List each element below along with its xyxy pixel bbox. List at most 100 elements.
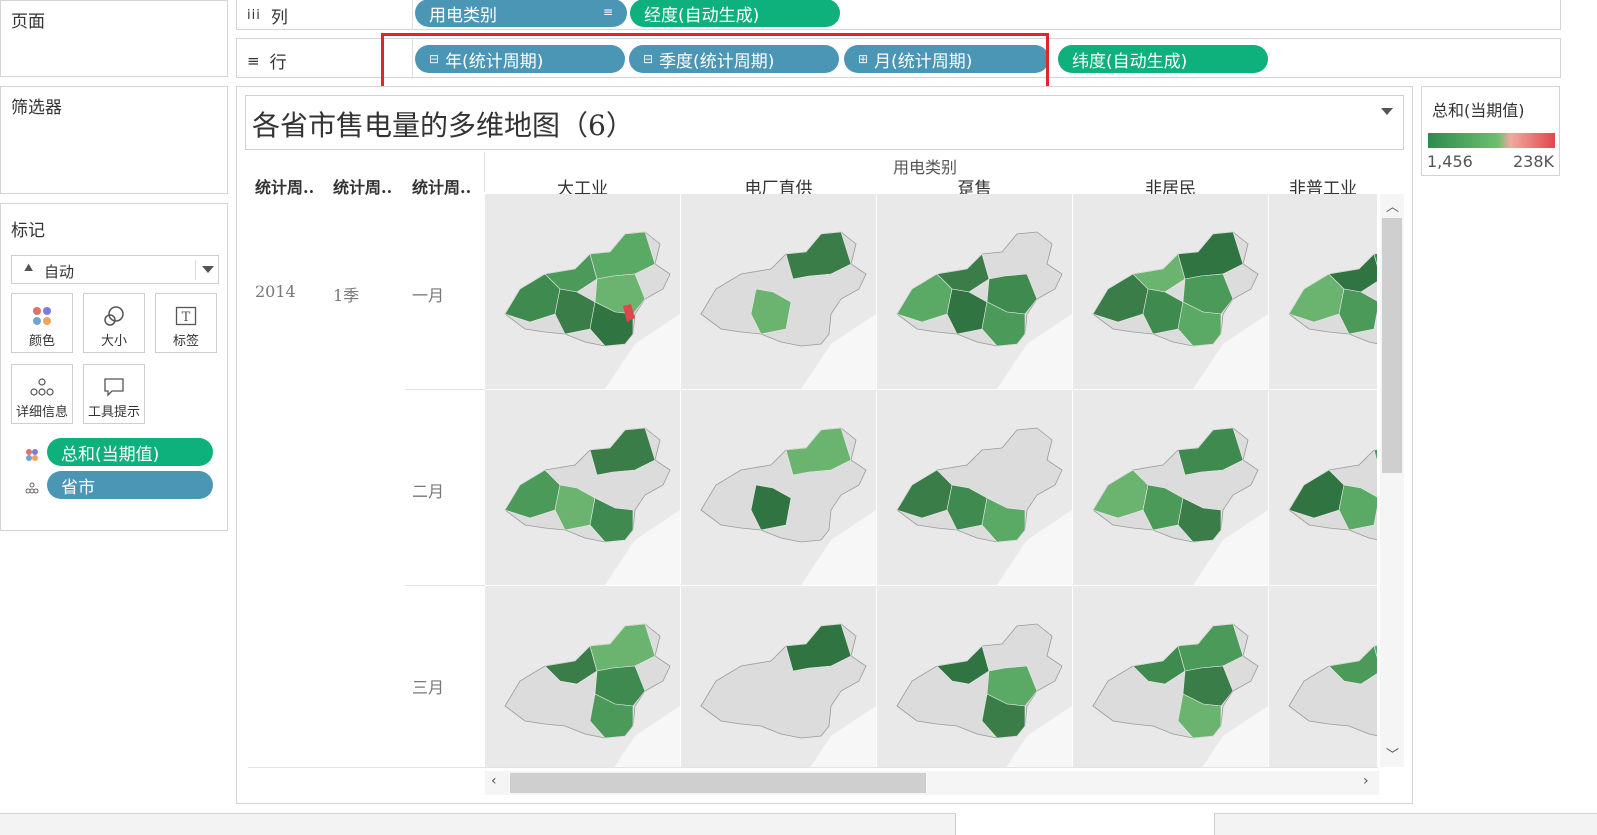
map-cell[interactable]	[485, 194, 680, 389]
map-cell[interactable]	[681, 390, 876, 585]
map-cell[interactable]	[877, 194, 1072, 389]
color-encoding-icon	[25, 447, 39, 466]
row-pill-latitude[interactable]: 纬度(自动生成)	[1058, 45, 1268, 73]
map-cell[interactable]	[681, 586, 876, 767]
map-cell[interactable]	[877, 390, 1072, 585]
china-map-image	[877, 586, 1072, 767]
filters-panel[interactable]: 筛选器	[0, 86, 228, 194]
svg-text:T: T	[182, 310, 191, 325]
mark-type-dropdown[interactable]: ⛰ 自动	[11, 255, 219, 284]
size-icon	[104, 306, 124, 326]
china-map-image	[681, 586, 876, 767]
horizontal-scrollbar[interactable]: ‹ ›	[485, 771, 1379, 795]
dropdown-separator	[195, 260, 196, 280]
color-legend[interactable]: 总和(当期值) 1,456 238K	[1421, 86, 1560, 176]
map-cell[interactable]	[485, 390, 680, 585]
marks-detail-pill-label: 省市	[61, 477, 95, 498]
rows-label-text: 行	[269, 53, 287, 73]
detail-button-label: 详细信息	[15, 405, 68, 420]
column-pill-longitude[interactable]: 经度(自动生成)	[630, 0, 840, 27]
column-pill-longitude-label: 经度(自动生成)	[644, 5, 760, 26]
china-map-image	[1269, 194, 1377, 389]
sheet-tab-bar	[0, 813, 1597, 835]
detail-button[interactable]: 详细信息	[11, 364, 73, 424]
legend-gradient	[1428, 133, 1555, 148]
size-button-label: 大小	[100, 334, 127, 349]
row-header-quarter[interactable]: 统计周..	[333, 174, 392, 198]
map-cell[interactable]	[1269, 194, 1377, 389]
size-button[interactable]: 大小	[83, 293, 145, 353]
map-cell[interactable]	[1269, 586, 1377, 767]
map-grid[interactable]	[485, 194, 1377, 767]
columns-icon: iii	[247, 8, 261, 23]
columns-shelf-label: iii 列	[247, 3, 288, 28]
map-cell[interactable]	[1073, 194, 1268, 389]
horizontal-scroll-thumb[interactable]	[510, 773, 926, 793]
marks-color-pill[interactable]: 总和(当期值)	[47, 438, 213, 466]
tooltip-button[interactable]: 工具提示	[83, 364, 145, 424]
color-button[interactable]: 颜色	[11, 293, 73, 353]
china-map-image	[485, 194, 680, 389]
row-label-month-2: 二月	[412, 482, 445, 501]
china-map-image	[1073, 194, 1268, 389]
china-map-image	[485, 390, 680, 585]
pages-title: 页面	[11, 12, 45, 32]
column-pill-usage-category[interactable]: 用电类别 ≡	[415, 0, 627, 27]
map-cell[interactable]	[681, 194, 876, 389]
chevron-down-icon[interactable]: ﹀	[1386, 744, 1399, 763]
china-map-image	[877, 194, 1072, 389]
legend-min-label: 1,456	[1427, 152, 1473, 171]
rows-icon: ≡	[247, 51, 260, 70]
worksheet-title-box[interactable]: 各省市售电量的多维地图（6）	[245, 95, 1404, 150]
row-label-month-3: 三月	[412, 678, 445, 697]
sort-descending-icon: ≡	[602, 5, 613, 19]
map-cell[interactable]	[1073, 586, 1268, 767]
chevron-right-icon[interactable]: ›	[1363, 773, 1369, 789]
filters-title: 筛选器	[11, 98, 62, 118]
row-label-year: 2014	[255, 282, 296, 301]
map-cell[interactable]	[877, 586, 1072, 767]
china-map-image	[681, 194, 876, 389]
columns-label-text: 列	[270, 8, 288, 28]
sheet-tab[interactable]	[955, 813, 1215, 835]
row-pill-latitude-label: 纬度(自动生成)	[1072, 51, 1188, 72]
china-map-image	[877, 390, 1072, 585]
row-label-month-1: 一月	[412, 286, 445, 305]
tooltip-button-label: 工具提示	[87, 405, 140, 420]
pages-panel: 页面	[0, 0, 228, 77]
mark-type-label: 自动	[44, 263, 75, 281]
legend-title: 总和(当期值)	[1432, 101, 1525, 120]
label-button[interactable]: T 标签	[155, 293, 217, 353]
row-header-year[interactable]: 统计周..	[255, 174, 314, 198]
detail-icon	[30, 378, 54, 396]
china-map-image	[1073, 586, 1268, 767]
marks-title: 标记	[11, 221, 45, 241]
column-pill-usage-category-label: 用电类别	[429, 5, 497, 26]
chevron-left-icon[interactable]: ‹	[491, 773, 497, 789]
title-menu-caret-icon[interactable]	[1381, 108, 1393, 115]
tooltip-icon	[104, 378, 124, 397]
map-cell[interactable]	[1073, 390, 1268, 585]
chevron-up-icon[interactable]: ︿	[1386, 196, 1399, 215]
china-map-image	[681, 390, 876, 585]
china-map-image	[1269, 586, 1377, 767]
marks-detail-pill[interactable]: 省市	[47, 471, 213, 499]
text-label-icon: T	[175, 306, 197, 326]
map-icon: ⛰	[24, 261, 34, 274]
worksheet-title: 各省市售电量的多维地图（6）	[252, 109, 634, 142]
rows-shelf-label: ≡ 行	[247, 48, 287, 74]
marks-panel: 标记 ⛰ 自动 颜色 大小 T 标签 详细信息 工具提示 总和(当期值) 省市	[0, 203, 228, 531]
vertical-scrollbar[interactable]: ︿ ﹀	[1380, 194, 1404, 767]
label-button-label: 标签	[172, 334, 199, 349]
china-map-image	[485, 586, 680, 767]
row-label-quarter: 1季	[333, 286, 360, 305]
map-cell[interactable]	[1269, 390, 1377, 585]
color-icon	[33, 307, 51, 325]
shelf-divider	[412, 0, 413, 30]
chevron-down-icon[interactable]	[202, 266, 214, 273]
vertical-scroll-thumb[interactable]	[1382, 218, 1402, 473]
row-header-month[interactable]: 统计周..	[412, 174, 471, 198]
row-divider	[405, 585, 485, 586]
map-cell[interactable]	[485, 586, 680, 767]
china-map-image	[1269, 390, 1377, 585]
